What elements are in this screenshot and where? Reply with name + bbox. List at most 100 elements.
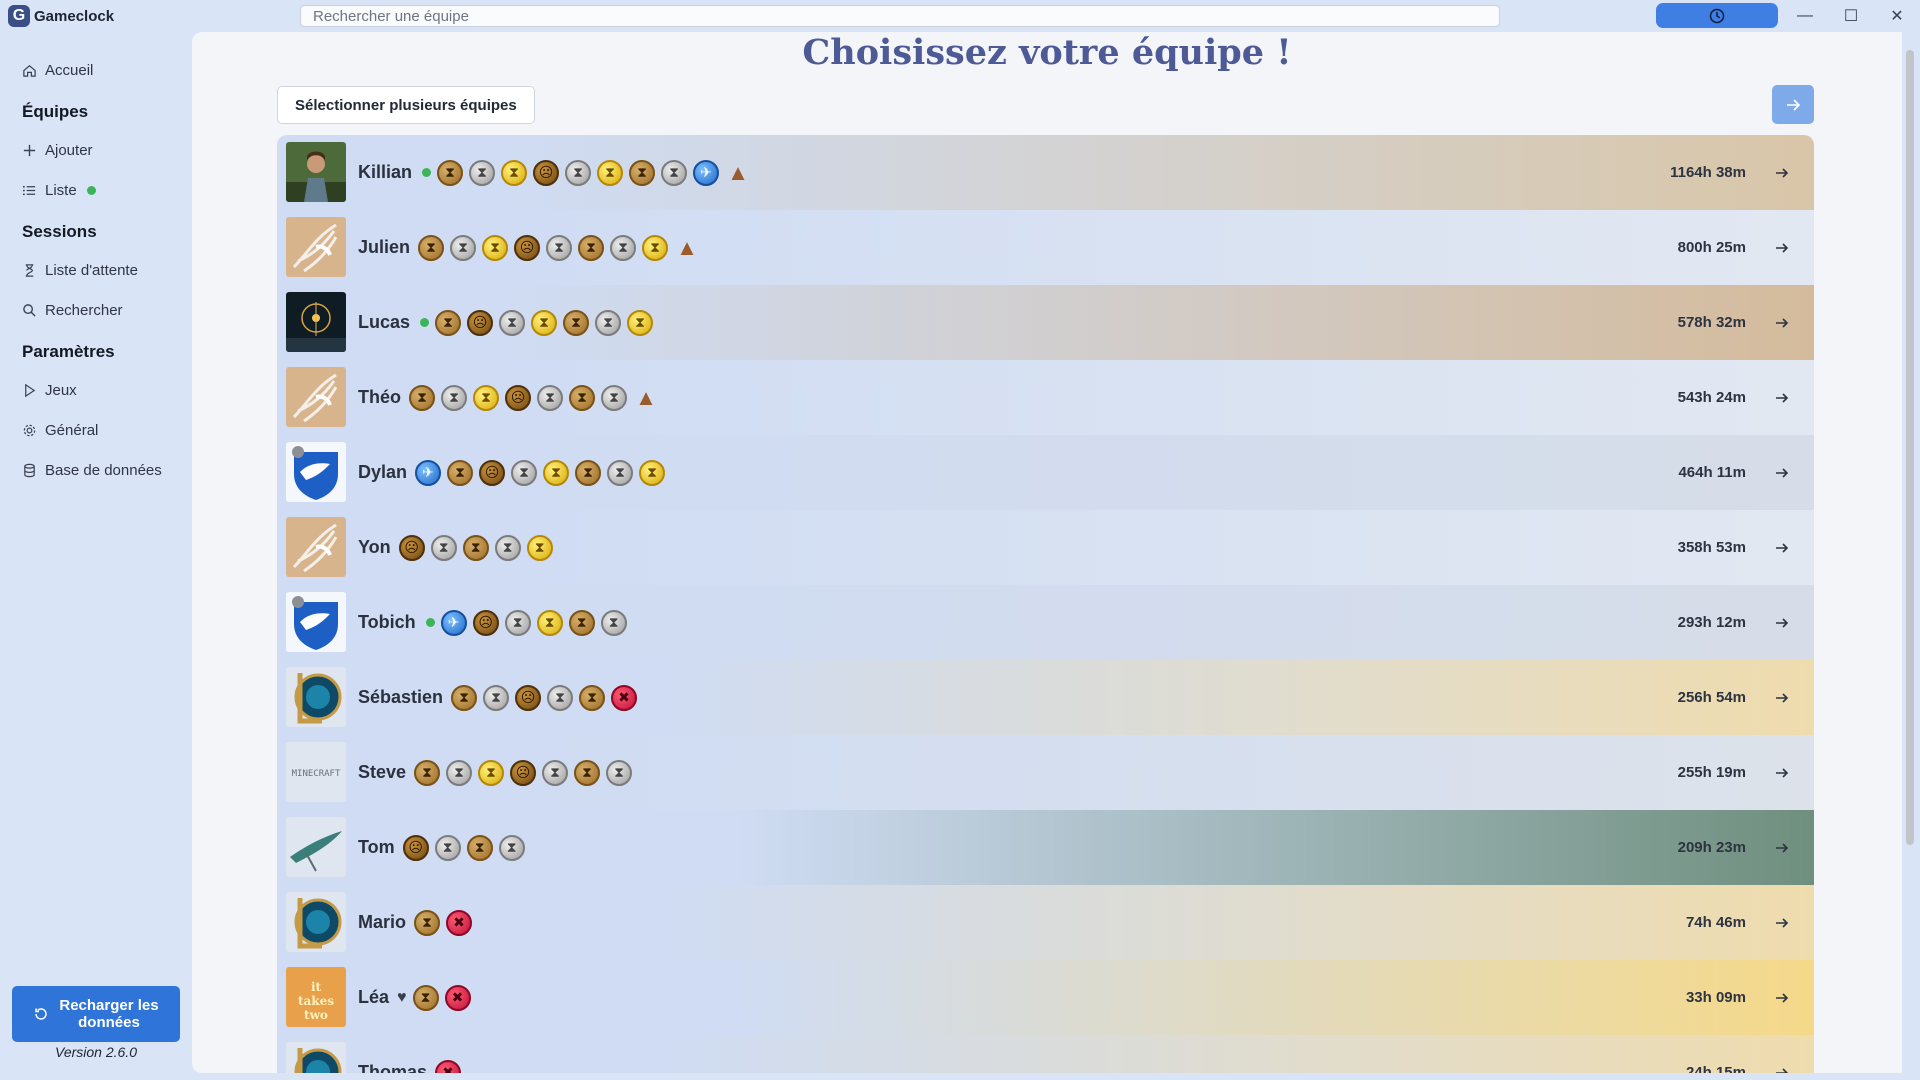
sidebar-item-general[interactable]: Général xyxy=(22,422,98,439)
team-name: Léa xyxy=(358,987,390,1007)
silver-trophy-icon: ⧗ xyxy=(565,159,592,186)
arrow-right-icon[interactable] xyxy=(1774,435,1790,510)
arrow-right-icon[interactable] xyxy=(1774,585,1790,660)
team-row[interactable]: Mario ⧗ ✖ 74h 46m xyxy=(277,885,1814,960)
red-badge-icon: ✖ xyxy=(611,684,638,711)
bronze-trophy-icon: ⧗ xyxy=(418,234,445,261)
arrow-right-icon[interactable] xyxy=(1774,810,1790,885)
silver-trophy-icon: ⧗ xyxy=(483,684,510,711)
team-row[interactable]: Killian ⧗ ⧗ ⧗ ☹ ⧗ ⧗ ⧗ ⧗ ✈ ▲ 1164h 38m xyxy=(277,135,1814,210)
main-panel: Choisissez votre équipe ! Sélectionner p… xyxy=(192,32,1902,1073)
hourglass-icon xyxy=(25,264,34,277)
arrow-right-icon[interactable] xyxy=(1774,510,1790,585)
play-icon xyxy=(25,383,36,398)
silver-trophy-icon: ⧗ xyxy=(601,384,627,411)
playtime: 464h 11m xyxy=(1678,464,1746,481)
bronze-trophy-icon: ⧗ xyxy=(574,759,601,786)
gold-trophy-icon: ⧗ xyxy=(639,459,666,486)
close-button[interactable]: ✕ xyxy=(1883,4,1911,28)
sidebar-item-list[interactable]: Liste xyxy=(22,182,96,199)
bronze-trophy-icon: ⧗ xyxy=(409,384,435,411)
poop-icon: ▲ xyxy=(676,234,698,260)
playtime: 800h 25m xyxy=(1677,239,1746,256)
team-row[interactable]: Tobich ✈ ☹ ⧗ ⧗ ⧗ ⧗ 293h 12m xyxy=(277,585,1814,660)
team-info: Thomas ✖ xyxy=(358,1035,462,1073)
team-row[interactable]: it takes two Léa ♥ ⧗ ✖ 33h 09m xyxy=(277,960,1814,1035)
online-indicator xyxy=(422,168,432,177)
sidebar-item-database[interactable]: Base de données xyxy=(22,462,162,479)
arrow-right-icon[interactable] xyxy=(1774,885,1790,960)
team-avatar xyxy=(286,1042,346,1073)
bronze-medal-icon: ☹ xyxy=(467,309,494,336)
sidebar-item-search[interactable]: Rechercher xyxy=(22,302,123,319)
status-dot xyxy=(86,186,96,195)
arrow-right-icon[interactable] xyxy=(1774,360,1790,435)
team-row[interactable]: Julien ⧗ ⧗ ⧗ ☹ ⧗ ⧗ ⧗ ⧗ ▲ 800h 25m xyxy=(277,210,1814,285)
timer-button[interactable] xyxy=(1656,3,1778,28)
team-name: Sébastien xyxy=(358,687,444,707)
team-row[interactable]: Lucas ⧗ ☹ ⧗ ⧗ ⧗ ⧗ ⧗ 578h 32m xyxy=(277,285,1814,360)
arrow-right-icon[interactable] xyxy=(1774,960,1790,1035)
team-name: Steve xyxy=(358,762,407,782)
svg-text:takes: takes xyxy=(298,994,334,1008)
team-name: Julien xyxy=(358,237,411,257)
playtime: 74h 46m xyxy=(1685,914,1746,931)
team-row[interactable]: Thomas ✖ 24h 15m xyxy=(277,1035,1814,1073)
team-name: Tobich xyxy=(358,612,416,632)
scrollbar-thumb[interactable] xyxy=(1906,50,1914,845)
next-button[interactable] xyxy=(1772,85,1814,124)
team-name: Yon xyxy=(358,537,391,557)
arrow-right-icon[interactable] xyxy=(1774,135,1790,210)
team-name: Tom xyxy=(358,837,395,857)
team-info: Léa ♥ ⧗ ✖ xyxy=(358,960,471,1035)
sidebar-item-label: Général xyxy=(45,422,99,439)
team-row[interactable]: Sébastien ⧗ ⧗ ☹ ⧗ ⧗ ✖ 256h 54m xyxy=(277,660,1814,735)
search-input[interactable] xyxy=(300,5,1500,27)
maximize-button[interactable]: ☐ xyxy=(1837,4,1865,28)
reload-data-button[interactable]: Recharger les données xyxy=(12,986,180,1042)
team-row[interactable]: Théo ⧗ ⧗ ⧗ ☹ ⧗ ⧗ ⧗ ▲ 543h 24m xyxy=(277,360,1814,435)
bronze-trophy-icon: ⧗ xyxy=(447,459,474,486)
arrow-right-icon[interactable] xyxy=(1774,660,1790,735)
team-row[interactable]: Tom ☹ ⧗ ⧗ ⧗ 209h 23m xyxy=(277,810,1814,885)
red-badge-icon: ✖ xyxy=(446,909,473,936)
team-row[interactable]: MINECRAFT Steve ⧗ ⧗ ⧗ ☹ ⧗ ⧗ ⧗ 255h 19m xyxy=(277,735,1814,810)
bronze-trophy-icon: ⧗ xyxy=(568,609,595,636)
team-avatar xyxy=(286,292,346,352)
bronze-trophy-icon: ⧗ xyxy=(437,159,464,186)
app-logo-icon: G xyxy=(8,5,30,27)
team-row[interactable]: Yon ☹ ⧗ ⧗ ⧗ ⧗ 358h 53m xyxy=(277,510,1814,585)
sidebar-item-add[interactable]: Ajouter xyxy=(22,142,93,159)
team-name: Mario xyxy=(358,912,407,932)
bronze-trophy-icon: ⧗ xyxy=(575,459,602,486)
poop-icon: ▲ xyxy=(727,159,749,185)
arrow-right-icon[interactable] xyxy=(1774,210,1790,285)
playtime: 255h 19m xyxy=(1677,764,1746,781)
red-badge-icon: ✖ xyxy=(435,1059,462,1073)
app-brand: G Gameclock xyxy=(8,4,114,28)
refresh-icon xyxy=(35,1008,48,1020)
select-multiple-teams-button[interactable]: Sélectionner plusieurs équipes xyxy=(277,86,535,124)
plus-icon xyxy=(23,144,36,157)
sidebar-item-label: Rechercher xyxy=(45,302,123,319)
silver-trophy-icon: ⧗ xyxy=(595,309,622,336)
team-row[interactable]: Dylan ✈ ⧗ ☹ ⧗ ⧗ ⧗ ⧗ ⧗ 464h 11m xyxy=(277,435,1814,510)
bronze-medal-icon: ☹ xyxy=(515,684,542,711)
silver-trophy-icon: ⧗ xyxy=(446,759,473,786)
silver-trophy-icon: ⧗ xyxy=(450,234,477,261)
arrow-right-icon[interactable] xyxy=(1774,285,1790,360)
silver-trophy-icon: ⧗ xyxy=(607,459,634,486)
sidebar-item-label: Jeux xyxy=(45,382,77,399)
team-info: Lucas ⧗ ☹ ⧗ ⧗ ⧗ ⧗ ⧗ xyxy=(358,285,654,360)
arrow-right-icon[interactable] xyxy=(1774,735,1790,810)
sidebar-item-queue[interactable]: Liste d'attente xyxy=(22,262,138,279)
minimize-button[interactable]: — xyxy=(1791,4,1819,28)
bronze-trophy-icon: ⧗ xyxy=(435,309,462,336)
sidebar-item-home[interactable]: Accueil xyxy=(22,62,93,79)
gold-trophy-icon: ⧗ xyxy=(543,459,570,486)
sidebar-item-games[interactable]: Jeux xyxy=(22,382,77,399)
silver-trophy-icon: ⧗ xyxy=(546,234,573,261)
version-label: Version 2.6.0 xyxy=(55,1044,137,1060)
arrow-right-icon[interactable] xyxy=(1774,1035,1790,1073)
bronze-trophy-icon: ⧗ xyxy=(414,909,441,936)
